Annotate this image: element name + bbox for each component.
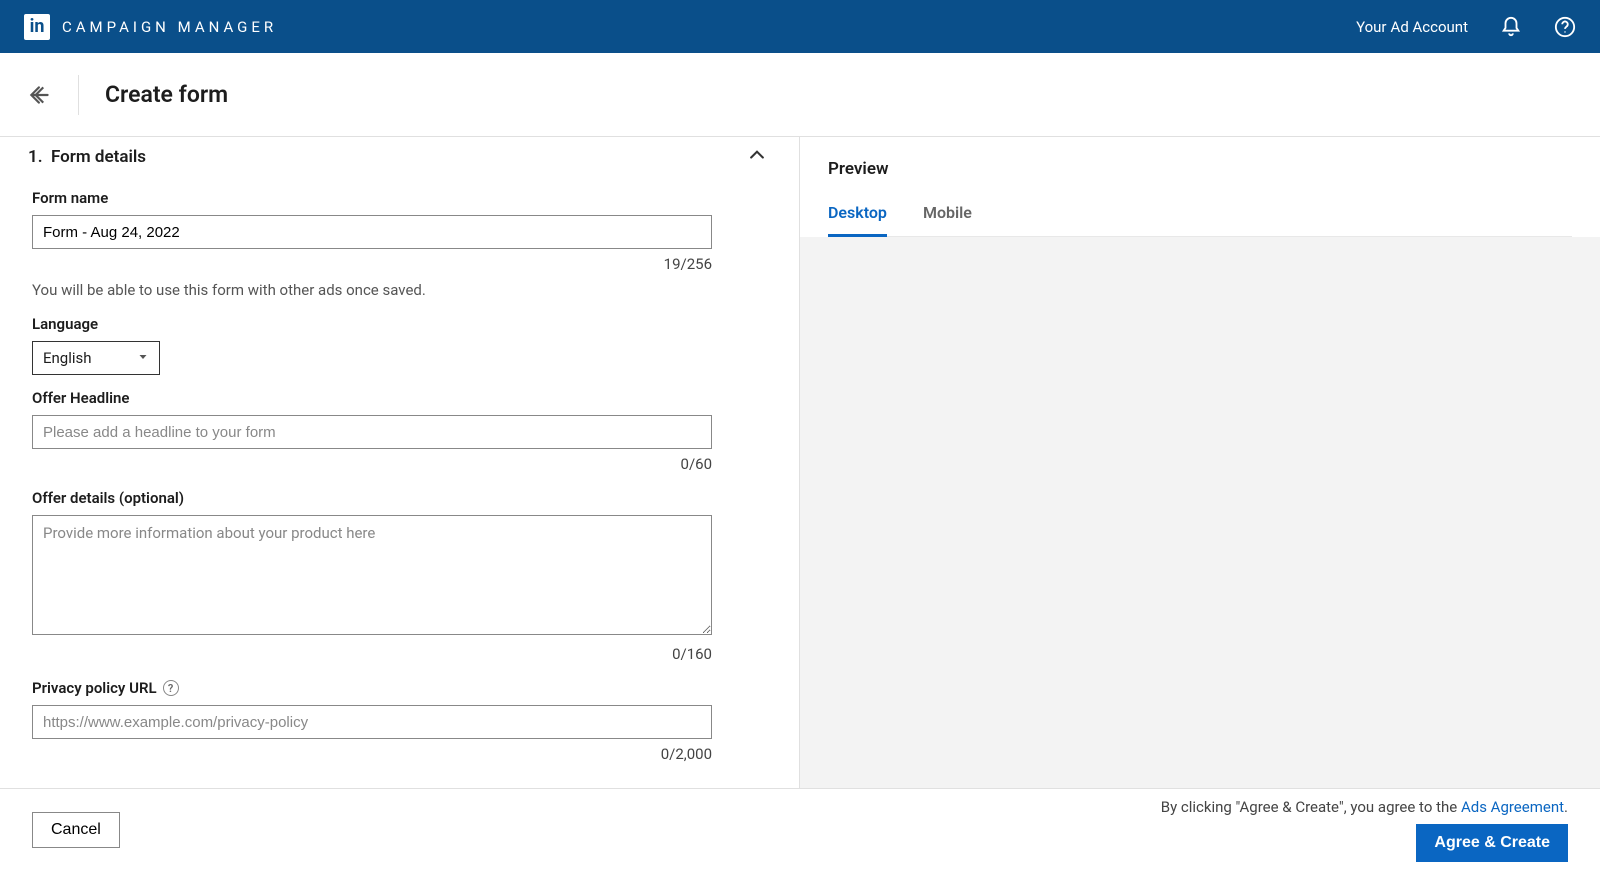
cancel-button[interactable]: Cancel <box>32 812 120 848</box>
footer: Cancel By clicking "Agree & Create", you… <box>0 788 1600 871</box>
form-name-hint: You will be able to use this form with o… <box>32 281 767 299</box>
form-column: 1. Form details Form name 19/256 You wil… <box>0 137 800 788</box>
tab-mobile[interactable]: Mobile <box>923 203 972 236</box>
form-name-counter: 19/256 <box>32 255 712 273</box>
privacy-help-icon[interactable]: ? <box>163 680 179 696</box>
privacy-url-counter: 0/2,000 <box>32 745 712 763</box>
notifications-icon[interactable] <box>1500 16 1522 38</box>
language-label: Language <box>32 315 767 333</box>
back-arrow-icon[interactable] <box>24 79 56 111</box>
agree-create-button[interactable]: Agree & Create <box>1416 824 1568 862</box>
preview-tabs: Desktop Mobile <box>828 203 1572 237</box>
offer-details-label: Offer details (optional) <box>32 489 767 507</box>
page-header: Create form <box>0 53 1600 137</box>
preview-canvas <box>800 237 1600 788</box>
chevron-up-icon[interactable] <box>747 145 767 169</box>
offer-headline-counter: 0/60 <box>32 455 712 473</box>
preview-column: Preview Desktop Mobile <box>800 137 1600 788</box>
tab-desktop[interactable]: Desktop <box>828 203 887 237</box>
offer-headline-input[interactable] <box>32 415 712 449</box>
language-value: English <box>43 349 92 367</box>
privacy-url-label: Privacy policy URL <box>32 679 157 697</box>
section-header[interactable]: 1. Form details <box>0 137 799 179</box>
account-prefix: Your <box>1356 18 1386 36</box>
page-title: Create form <box>105 81 228 108</box>
offer-details-counter: 0/160 <box>32 645 712 663</box>
linkedin-logo: in <box>24 14 50 40</box>
brand-text: CAMPAIGN MANAGER <box>62 18 277 36</box>
offer-details-textarea[interactable] <box>32 515 712 635</box>
topbar: in CAMPAIGN MANAGER Your Ad Account <box>0 0 1600 53</box>
ads-agreement-link[interactable]: Ads Agreement <box>1461 798 1564 816</box>
section-title-text: Form details <box>51 147 146 167</box>
help-icon[interactable] <box>1554 16 1576 38</box>
privacy-url-input[interactable] <box>32 705 712 739</box>
form-name-input[interactable] <box>32 215 712 249</box>
divider <box>78 75 79 115</box>
disclaimer-text: By clicking "Agree & Create", you agree … <box>1161 798 1568 816</box>
preview-title: Preview <box>828 159 1572 179</box>
ad-account-switcher[interactable]: Your Ad Account <box>1356 18 1468 36</box>
caret-down-icon <box>137 349 149 367</box>
section-number: 1. <box>28 147 43 167</box>
form-name-label: Form name <box>32 189 767 207</box>
offer-headline-label: Offer Headline <box>32 389 767 407</box>
account-name: Ad Account <box>1391 18 1468 36</box>
language-select[interactable]: English <box>32 341 160 375</box>
